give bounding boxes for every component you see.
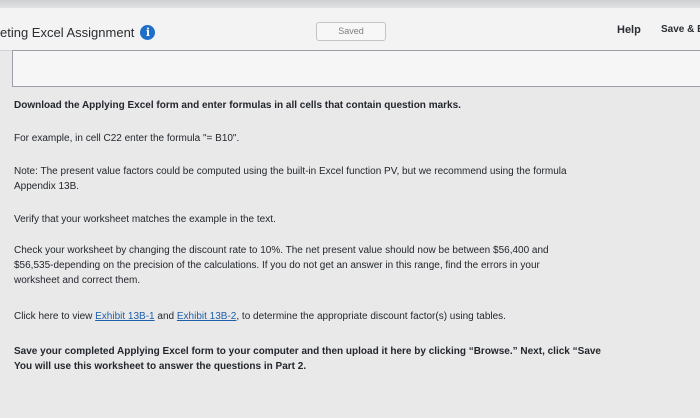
- note-line-2: Appendix 13B.: [14, 181, 80, 192]
- note-line-1: Note: The present value factors could be…: [14, 166, 567, 177]
- assignment-title: eting Excel Assignment i: [0, 25, 156, 40]
- check-line-2: $56,535-depending on the precision of th…: [14, 260, 540, 271]
- save-exit-button[interactable]: Save & E: [661, 24, 700, 35]
- help-button[interactable]: Help: [617, 24, 641, 36]
- check-line-3: worksheet and correct them.: [14, 275, 141, 286]
- save-line-2: You will use this worksheet to answer th…: [14, 361, 307, 372]
- exhibit-13b-1-link[interactable]: Exhibit 13B-1: [95, 311, 154, 322]
- saved-status-badge: Saved: [316, 22, 386, 41]
- and-text: and: [154, 311, 177, 322]
- save-line-1: Save your completed Applying Excel form …: [14, 346, 601, 357]
- click-suffix-text: , to determine the appropriate discount …: [236, 311, 506, 322]
- info-icon[interactable]: i: [140, 25, 156, 40]
- assignment-header: eting Excel Assignment i Saved Help Save…: [0, 8, 700, 51]
- download-instruction: Download the Applying Excel form and ent…: [14, 100, 461, 111]
- assignment-title-text: eting Excel Assignment: [0, 25, 135, 40]
- exhibit-13b-2-link[interactable]: Exhibit 13B-2: [177, 311, 236, 322]
- click-prefix-text: Click here to view: [14, 311, 96, 322]
- check-line-1: Check your worksheet by changing the dis…: [14, 245, 549, 256]
- example-text: For example, in cell C22 enter the formu…: [14, 133, 240, 144]
- verify-text: Verify that your worksheet matches the e…: [14, 214, 276, 225]
- exhibit-links-line: Click here to view Exhibit 13B-1 and Exh…: [14, 309, 700, 324]
- answer-input-box[interactable]: [12, 50, 700, 87]
